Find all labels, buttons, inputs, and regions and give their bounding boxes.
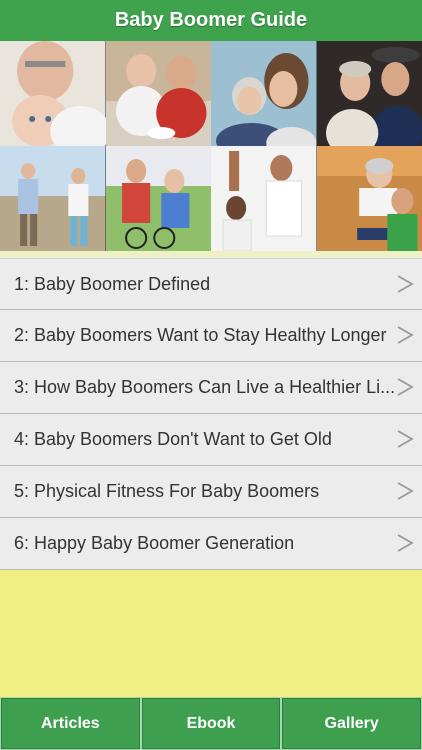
tab-articles[interactable]: Articles — [1, 698, 140, 749]
article-label: 4: Baby Boomers Don't Want to Get Old — [14, 429, 332, 449]
collage-photo-7 — [211, 146, 317, 251]
article-list: 1: Baby Boomer Defined 2: Baby Boomers W… — [0, 258, 422, 570]
article-label: 6: Happy Baby Boomer Generation — [14, 533, 295, 553]
article-label: 5: Physical Fitness For Baby Boomers — [14, 481, 320, 501]
chevron-right-icon — [397, 482, 414, 500]
article-row-5[interactable]: 5: Physical Fitness For Baby Boomers — [0, 466, 422, 518]
collage-photo-3 — [211, 41, 317, 146]
article-row-3[interactable]: 3: How Baby Boomers Can Live a Healthier… — [0, 362, 422, 414]
chevron-right-icon — [397, 326, 414, 344]
tab-gallery[interactable]: Gallery — [282, 698, 422, 749]
article-row-2[interactable]: 2: Baby Boomers Want to Stay Healthy Lon… — [0, 310, 422, 362]
article-row-6[interactable]: 6: Happy Baby Boomer Generation — [0, 518, 422, 570]
chevron-right-icon — [397, 275, 414, 293]
collage-photo-1 — [0, 41, 106, 146]
collage-photo-8 — [316, 146, 422, 251]
collage-photo-5 — [0, 146, 106, 251]
collage-photo-6 — [105, 146, 211, 251]
article-row-1[interactable]: 1: Baby Boomer Defined — [0, 258, 422, 310]
bottom-tab-bar: Articles Ebook Gallery — [0, 697, 422, 750]
article-row-4[interactable]: 4: Baby Boomers Don't Want to Get Old — [0, 414, 422, 466]
article-label: 1: Baby Boomer Defined — [14, 273, 211, 294]
collage-photo-4 — [316, 41, 422, 146]
chevron-right-icon — [397, 534, 414, 552]
chevron-right-icon — [397, 378, 414, 396]
collage-photo-2 — [105, 41, 211, 146]
article-label: 2: Baby Boomers Want to Stay Healthy Lon… — [14, 325, 387, 345]
tab-ebook[interactable]: Ebook — [141, 698, 281, 749]
divider-strip — [0, 251, 422, 258]
page-title: Baby Boomer Guide — [114, 9, 308, 31]
photo-collage — [0, 41, 422, 251]
article-label: 3: How Baby Boomers Can Live a Healthier… — [14, 377, 396, 397]
chevron-right-icon — [397, 430, 414, 448]
app-header: Baby Boomer Guide — [0, 0, 422, 41]
